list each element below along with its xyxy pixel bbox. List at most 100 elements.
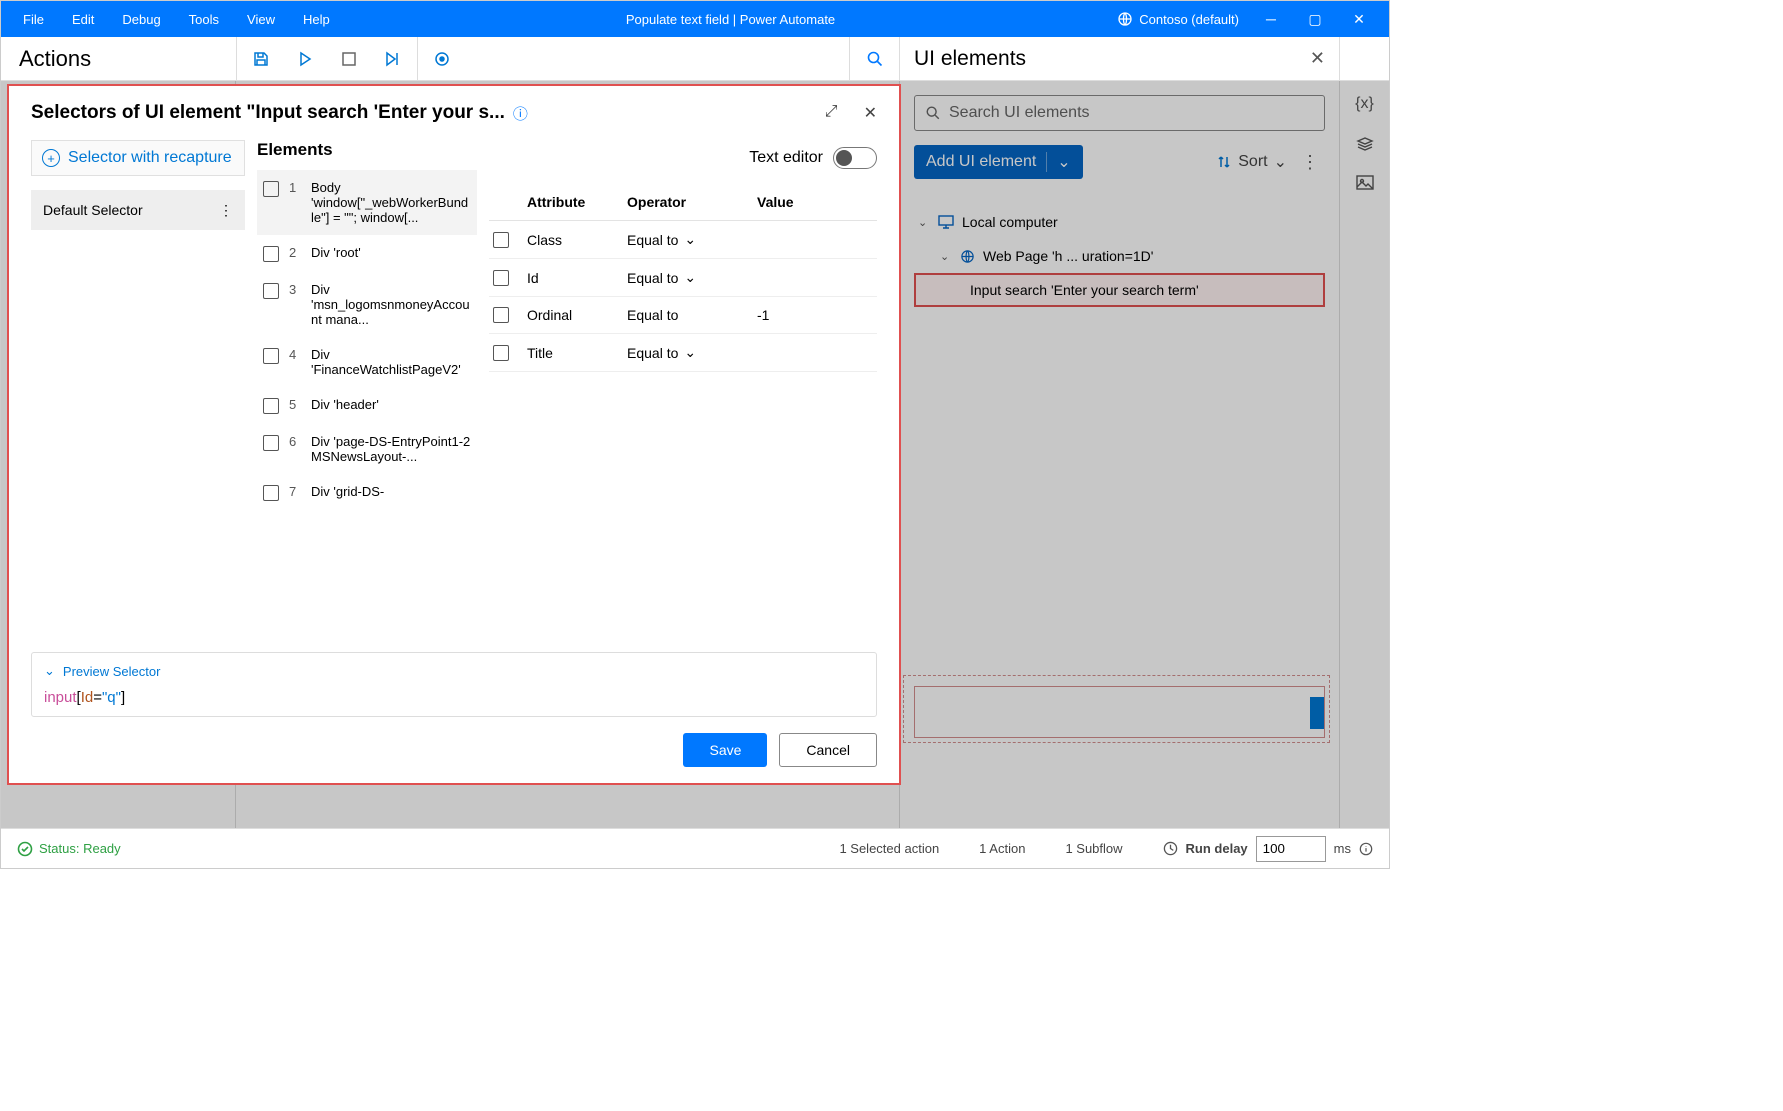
attribute-value[interactable]: -1: [757, 307, 873, 323]
preview-selector-toggle[interactable]: ⌄ Preview Selector: [44, 663, 864, 679]
window-maximize[interactable]: ▢: [1293, 11, 1337, 28]
element-index: 5: [289, 397, 301, 412]
element-row[interactable]: 6 Div 'page-DS-EntryPoint1-2 MSNewsLayout…: [257, 424, 477, 474]
tree-web-page[interactable]: ⌄ Web Page 'h ... uration=1D': [914, 239, 1325, 273]
actions-panel-title: Actions: [1, 46, 236, 72]
preview-selector-text: input[Id="q"]: [44, 689, 864, 706]
ui-elements-panel: Search UI elements Add UI element ⌄ Sort…: [899, 81, 1339, 828]
element-row[interactable]: 5 Div 'header': [257, 387, 477, 424]
checkbox[interactable]: [263, 398, 279, 414]
element-index: 1: [289, 180, 301, 195]
save-icon[interactable]: [249, 47, 273, 71]
chevron-down-icon: ⌄: [940, 250, 952, 263]
checkbox[interactable]: [263, 435, 279, 451]
checkbox[interactable]: [493, 270, 509, 286]
info-icon[interactable]: ⓘ: [513, 103, 528, 124]
element-row[interactable]: 1Body 'window["_webWorkerBundle"] = ""; …: [257, 170, 477, 235]
main-menu: File Edit Debug Tools View Help: [9, 6, 344, 33]
search-ui-elements-input[interactable]: Search UI elements: [914, 95, 1325, 131]
checkbox[interactable]: [493, 307, 509, 323]
operator-select[interactable]: Equal to ⌄: [627, 344, 747, 361]
sort-button[interactable]: Sort ⌄: [1216, 152, 1287, 172]
operator-select[interactable]: Equal to ⌄: [627, 231, 747, 248]
tree-local-computer[interactable]: ⌄ Local computer: [914, 205, 1325, 239]
checkbox[interactable]: [493, 232, 509, 248]
close-dialog-icon[interactable]: ✕: [864, 103, 877, 123]
text-editor-toggle[interactable]: [833, 147, 877, 169]
chevron-down-icon[interactable]: ⌄: [1046, 152, 1070, 172]
record-icon[interactable]: [430, 47, 454, 71]
menu-help[interactable]: Help: [289, 6, 344, 33]
environment-name: Contoso (default): [1139, 12, 1239, 27]
preview-selector-label: Preview Selector: [63, 664, 161, 679]
checkbox[interactable]: [263, 485, 279, 501]
status-subflow-count: 1 Subflow: [1065, 841, 1122, 856]
default-selector-item[interactable]: Default Selector ⋮: [31, 190, 245, 230]
checkbox[interactable]: [263, 181, 279, 197]
element-text: Div 'header': [311, 397, 471, 412]
selectors-dialog: Selectors of UI element "Input search 'E…: [7, 84, 901, 785]
chevron-down-icon: ⌄: [1274, 152, 1287, 172]
chevron-down-icon: ⌄: [684, 344, 696, 361]
menu-debug[interactable]: Debug: [108, 6, 174, 33]
status-bar: Status: Ready 1 Selected action 1 Action…: [1, 828, 1389, 868]
menu-file[interactable]: File: [9, 6, 58, 33]
run-delay-unit: ms: [1334, 841, 1351, 856]
element-row[interactable]: 7Div 'grid-DS-: [257, 474, 477, 511]
element-row[interactable]: 3Div 'msn_logomsnmoneyAccount mana...: [257, 272, 477, 337]
operator-select[interactable]: Equal to ⌄: [627, 269, 747, 286]
text-editor-label: Text editor: [749, 149, 823, 167]
step-icon[interactable]: [381, 47, 405, 71]
search-icon: [866, 50, 884, 68]
element-text: Div 'FinanceWatchlistPageV2': [311, 347, 471, 377]
maximize-dialog-icon[interactable]: ⤢: [825, 103, 838, 123]
info-icon[interactable]: [1359, 842, 1373, 856]
checkbox[interactable]: [263, 246, 279, 262]
more-options[interactable]: ⋮: [1295, 152, 1325, 173]
ui-elements-tree: ⌄ Local computer ⌄ Web Page 'h ... urati…: [914, 205, 1325, 307]
environment-selector[interactable]: Contoso (default): [1117, 11, 1239, 27]
window-title: Populate text field | Power Automate: [344, 12, 1118, 27]
element-index: 7: [289, 484, 301, 499]
window-minimize[interactable]: ─: [1249, 11, 1293, 28]
menu-tools[interactable]: Tools: [175, 6, 233, 33]
chevron-down-icon: ⌄: [684, 269, 696, 286]
more-icon[interactable]: ⋮: [219, 202, 233, 219]
attribute-name: Class: [527, 232, 617, 248]
status-action-count: 1 Action: [979, 841, 1025, 856]
chevron-down-icon: ⌄: [44, 663, 55, 679]
run-icon[interactable]: [293, 47, 317, 71]
variables-icon[interactable]: {x}: [1355, 95, 1374, 113]
tree-label: Input search 'Enter your search term': [970, 282, 1199, 298]
window-close[interactable]: ✕: [1337, 11, 1381, 28]
attribute-name: Id: [527, 270, 617, 286]
tree-input-search-element[interactable]: Input search 'Enter your search term': [914, 273, 1325, 307]
search-button[interactable]: [849, 37, 899, 80]
elements-header: Elements: [257, 140, 477, 160]
globe-icon: [1117, 11, 1133, 27]
checkbox[interactable]: [493, 345, 509, 361]
save-button[interactable]: Save: [683, 733, 767, 767]
attribute-name: Ordinal: [527, 307, 617, 323]
selector-with-recapture-button[interactable]: + Selector with recapture: [31, 140, 245, 176]
add-ui-element-button[interactable]: Add UI element ⌄: [914, 145, 1083, 179]
status-selected-action: 1 Selected action: [839, 841, 939, 856]
elements-list: 1Body 'window["_webWorkerBundle"] = ""; …: [257, 170, 477, 511]
ui-elements-icon[interactable]: [1356, 135, 1374, 153]
close-panel-icon[interactable]: ✕: [1310, 48, 1325, 69]
attribute-column: Attribute: [527, 194, 617, 210]
checkbox[interactable]: [263, 348, 279, 364]
images-icon[interactable]: [1356, 175, 1374, 190]
cancel-button[interactable]: Cancel: [779, 733, 877, 767]
element-text: Div 'msn_logomsnmoneyAccount mana...: [311, 282, 471, 327]
stop-icon[interactable]: [337, 47, 361, 71]
run-delay-input[interactable]: [1256, 836, 1326, 862]
element-index: 6: [289, 434, 301, 449]
element-row[interactable]: 2Div 'root': [257, 235, 477, 272]
menu-edit[interactable]: Edit: [58, 6, 108, 33]
element-text: Div 'root': [311, 245, 471, 260]
element-row[interactable]: 4Div 'FinanceWatchlistPageV2': [257, 337, 477, 387]
menu-view[interactable]: View: [233, 6, 289, 33]
checkbox[interactable]: [263, 283, 279, 299]
element-text: Div 'page-DS-EntryPoint1-2 MSNewsLayout-…: [311, 434, 471, 464]
